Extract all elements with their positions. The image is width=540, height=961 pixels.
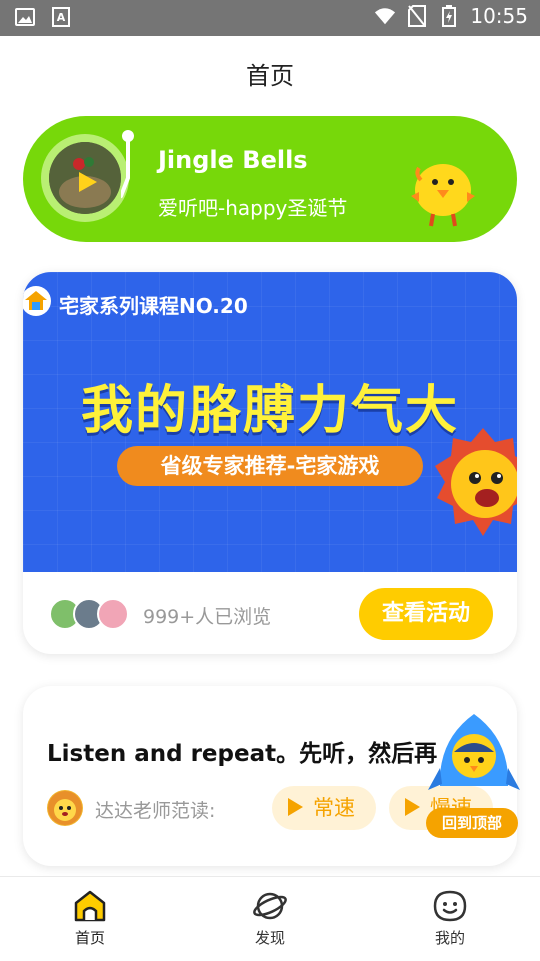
status-bar: A 10:55 [0, 0, 540, 36]
house-badge-icon [23, 286, 51, 316]
banner-ribbon: 省级专家推荐-宅家游戏 [117, 446, 423, 486]
wifi-icon [374, 5, 396, 27]
tonearm-icon [119, 130, 134, 200]
chick-mascot-icon [405, 152, 481, 228]
audio-player-card[interactable]: Jingle Bells 爱听吧-happy圣诞节 [23, 116, 517, 242]
svg-text:A: A [57, 11, 66, 24]
normal-speed-button[interactable]: 常速 [272, 786, 376, 830]
album-cover [49, 142, 121, 214]
practice-prompt: Listen and repeat。先听，然后再 [47, 741, 438, 767]
series-label: 宅家系列课程NO.20 [59, 294, 248, 318]
battery-charging-icon [438, 5, 460, 27]
bottom-tab-bar: 首页 发现 我的 [0, 876, 540, 961]
face-icon [433, 890, 467, 922]
tab-home-label: 首页 [74, 929, 105, 947]
tab-home[interactable]: 首页 [40, 889, 140, 948]
planet-icon [253, 892, 287, 920]
image-icon [14, 6, 36, 28]
status-time: 10:55 [470, 4, 528, 28]
rocket-mascot-icon[interactable] [428, 712, 520, 808]
teacher-avatar [47, 790, 83, 826]
view-count: 999+人已浏览 [143, 606, 272, 628]
a-icon: A [50, 6, 72, 28]
tab-discover-label: 发现 [254, 929, 285, 947]
activity-card[interactable]: 宅家系列课程NO.20 我的胳膊力气大 省级专家推荐-宅家游戏 999+人已浏览… [23, 272, 517, 654]
home-icon [74, 890, 106, 922]
album-title: 爱听吧-happy圣诞节 [158, 196, 348, 220]
no-sim-icon [406, 5, 428, 27]
activity-card-footer: 999+人已浏览 查看活动 [23, 572, 517, 654]
page-title: 首页 [246, 62, 294, 90]
song-title: Jingle Bells [158, 146, 308, 174]
tab-mine[interactable]: 我的 [400, 889, 500, 948]
activity-banner[interactable]: 宅家系列课程NO.20 我的胳膊力气大 省级专家推荐-宅家游戏 [23, 272, 517, 572]
teacher-label: 达达老师范读: [95, 800, 216, 822]
avatar [97, 598, 129, 630]
back-to-top-button[interactable]: 回到顶部 [426, 808, 518, 838]
normal-speed-label: 常速 [313, 796, 355, 820]
lion-mascot-icon [433, 424, 517, 544]
play-icon [405, 798, 420, 816]
tab-discover[interactable]: 发现 [220, 889, 320, 948]
tab-mine-label: 我的 [434, 929, 465, 947]
play-icon [288, 798, 303, 816]
album-disc[interactable] [41, 134, 129, 222]
viewer-avatars [49, 598, 129, 630]
view-activity-button[interactable]: 查看活动 [359, 588, 493, 640]
